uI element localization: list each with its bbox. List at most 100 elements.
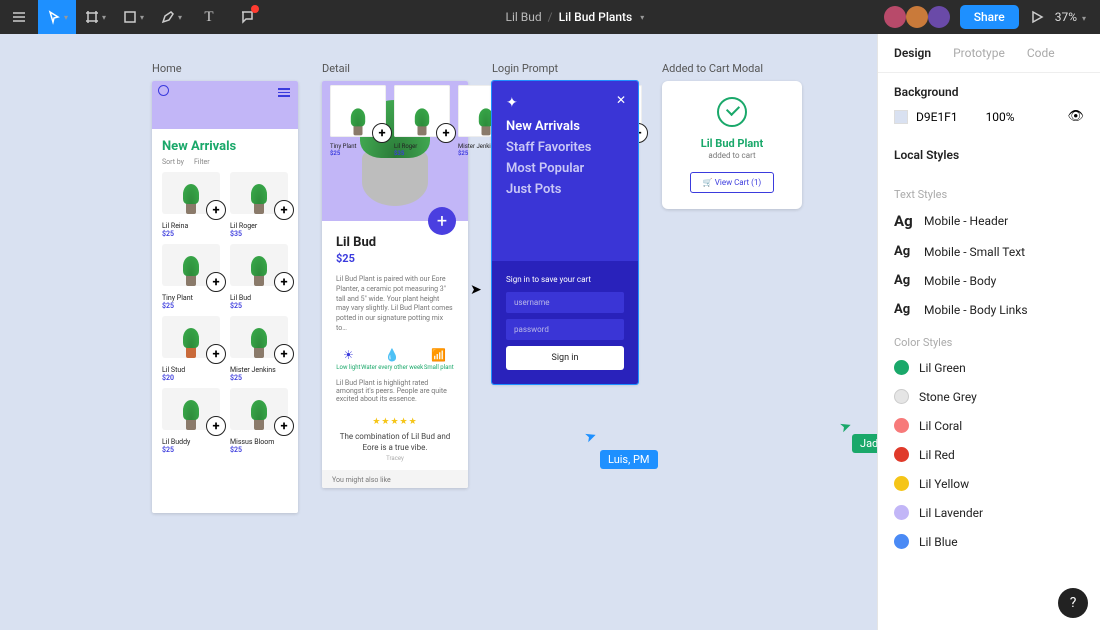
care-item: 📶Small plant (424, 348, 454, 371)
panel-tab-code[interactable]: Code (1027, 34, 1065, 72)
main-menu-button[interactable] (0, 0, 38, 34)
add-fab: + (428, 207, 456, 235)
cart-added-title: Lil Bud Plant (674, 137, 790, 150)
menu-icon (11, 9, 27, 25)
panel-tab-design[interactable]: Design (894, 34, 941, 72)
text-style-row[interactable]: AgMobile - Header (878, 205, 1100, 237)
collaborator-avatar[interactable] (884, 6, 906, 28)
ag-icon: Ag (894, 273, 914, 288)
frame-login[interactable]: ✦ ✕ New ArrivalsStaff FavoritesMost Popu… (492, 81, 638, 384)
color-styles-heading: Color Styles (878, 324, 1100, 353)
collaborator-avatars[interactable] (884, 6, 950, 28)
frame-label-cart[interactable]: Added to Cart Modal (662, 62, 763, 75)
color-style-row[interactable]: Lil Green (878, 353, 1100, 382)
ag-icon: Ag (894, 212, 914, 230)
shape-tool-button[interactable]: ▾ (114, 0, 152, 34)
mobile-header (152, 81, 298, 129)
product-name: Mister Jenkins (230, 366, 288, 374)
collaborator-cursor-icon: ➤ (838, 417, 854, 436)
color-style-row[interactable]: Lil Coral (878, 411, 1100, 440)
product-card: +Lil Bud$25 (230, 244, 288, 310)
signin-hint: Sign in to save your cart (506, 275, 624, 284)
background-swatch[interactable] (894, 110, 908, 124)
background-hex[interactable]: D9E1F1 (916, 110, 958, 124)
product-thumb: + (230, 388, 288, 430)
product-price: $25 (162, 446, 220, 454)
product-price: $20 (162, 374, 220, 382)
product-name: Lil Buddy (162, 438, 220, 446)
background-row[interactable]: D9E1F1 100% 👁 (894, 109, 1084, 124)
product-title: Lil Bud (336, 235, 454, 250)
color-style-row[interactable]: Lil Lavender (878, 498, 1100, 527)
background-opacity[interactable]: 100% (986, 110, 1015, 124)
pen-tool-button[interactable]: ▾ (152, 0, 190, 34)
frame-tool-button[interactable]: ▾ (76, 0, 114, 34)
product-price: $25 (162, 302, 220, 310)
color-style-row[interactable]: Stone Grey (878, 382, 1100, 411)
product-name: Tiny Plant (162, 294, 220, 302)
collaborator-avatar[interactable] (906, 6, 928, 28)
add-to-cart-icon: + (274, 344, 294, 364)
product-price: $25 (230, 302, 288, 310)
product-card: + Lil Buddy$25 (162, 388, 220, 454)
collaborator-cursor-label: Jada (852, 434, 877, 453)
nav-link: Most Popular (506, 161, 624, 176)
add-to-cart-icon: + (206, 416, 226, 436)
frame-label-home[interactable]: Home (152, 62, 182, 75)
care-item: 💧Water every other week (361, 348, 423, 371)
color-style-row[interactable]: Lil Blue (878, 527, 1100, 556)
breadcrumb[interactable]: Lil Bud / Lil Bud Plants ▾ (266, 10, 884, 24)
add-to-cart-icon: + (206, 344, 226, 364)
color-swatch-icon (894, 447, 909, 462)
add-to-cart-icon: + (274, 200, 294, 220)
product-price: $25 (336, 252, 454, 265)
local-styles-heading: Local Styles (894, 148, 1084, 162)
design-canvas[interactable]: Home New Arrivals Sort byFilter +Lil Rei… (0, 34, 877, 630)
product-name: Lil Stud (162, 366, 220, 374)
ymal-card: +Tiny Plant$25 (330, 85, 386, 157)
ymal-heading: You might also like (322, 470, 468, 488)
ag-icon: Ag (894, 244, 914, 259)
product-card: +Lil Roger$35 (230, 172, 288, 238)
product-thumb: + (162, 244, 220, 286)
nav-link: New Arrivals (506, 119, 624, 134)
star-rating: ★★★★★ (336, 417, 454, 427)
panel-tab-prototype[interactable]: Prototype (953, 34, 1015, 72)
review-quote: The combination of Lil Bud and Eore is a… (336, 431, 454, 453)
product-name: Missus Bloom (230, 438, 288, 446)
collaborator-cursor-label: Luis, PM (600, 450, 658, 469)
frame-cart-modal[interactable]: Lil Bud Plant added to cart 🛒 View Cart … (662, 81, 802, 209)
text-style-row[interactable]: AgMobile - Small Text (878, 237, 1100, 266)
product-name: Lil Reina (162, 222, 220, 230)
product-card: +Missus Bloom$25 (230, 388, 288, 454)
move-tool-button[interactable]: ▾ (38, 0, 76, 34)
rectangle-icon (122, 9, 138, 25)
text-style-row[interactable]: AgMobile - Body Links (878, 295, 1100, 324)
collaborator-avatar[interactable] (928, 6, 950, 28)
color-swatch-icon (894, 505, 909, 520)
nav-link: Just Pots (506, 182, 624, 197)
product-thumb: + (230, 172, 288, 214)
product-description: Lil Bud Plant is paired with our Eore Pl… (336, 275, 454, 334)
comment-tool-button[interactable] (228, 0, 266, 34)
frame-label-detail[interactable]: Detail (322, 62, 650, 75)
share-button[interactable]: Share (960, 5, 1019, 29)
product-thumb: + (162, 388, 220, 430)
product-card: +Lil Stud$20 (162, 316, 220, 382)
frame-label-login[interactable]: Login Prompt (492, 62, 558, 75)
product-card: +Lil Reina$25 (162, 172, 220, 238)
color-swatch-icon (894, 534, 909, 549)
text-tool-button[interactable]: T (190, 0, 228, 34)
color-style-row[interactable]: Lil Yellow (878, 469, 1100, 498)
hamburger-icon (278, 86, 290, 99)
zoom-level[interactable]: 37% ▾ (1055, 10, 1086, 24)
color-style-row[interactable]: Lil Red (878, 440, 1100, 469)
section-title: New Arrivals (162, 139, 288, 154)
visibility-icon[interactable]: 👁 (1067, 109, 1084, 124)
notification-dot (251, 5, 259, 13)
frame-home[interactable]: New Arrivals Sort byFilter +Lil Reina$25… (152, 81, 298, 513)
present-icon[interactable] (1029, 9, 1045, 25)
sparkle-icon: ✦ (506, 95, 624, 111)
text-style-row[interactable]: AgMobile - Body (878, 266, 1100, 295)
help-button[interactable]: ? (1058, 588, 1088, 618)
